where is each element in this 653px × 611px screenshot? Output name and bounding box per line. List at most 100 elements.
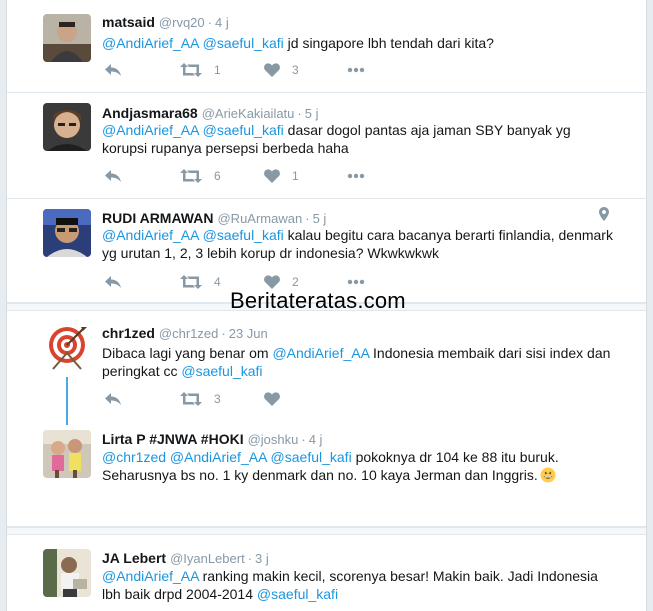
- retweet-icon: [180, 392, 202, 406]
- tweet-timestamp[interactable]: 4 j: [309, 432, 323, 447]
- avatar[interactable]: [43, 103, 91, 151]
- tweet-timeline: matsaid @rvq20 · 4 j @AndiArief_AA @saeful_…: [6, 0, 647, 611]
- retweet-count: 3: [214, 392, 221, 406]
- tweet-header: JA Lebert @IyanLebert · 3 j: [102, 549, 269, 568]
- tweet-text: @AndiArief_AA @saeful_kafi kalau begitu …: [102, 226, 617, 262]
- avatar[interactable]: [43, 323, 91, 371]
- mention-link[interactable]: @chr1zed: [102, 449, 166, 465]
- tweet-actions: 1 3: [102, 61, 402, 79]
- reply-icon: [104, 169, 122, 183]
- separator-dot: ·: [221, 326, 226, 341]
- user-handle[interactable]: @rvq20: [159, 15, 205, 30]
- separator-dot: ·: [301, 432, 306, 447]
- retweet-button[interactable]: 4: [180, 273, 221, 291]
- more-dots-icon: [347, 173, 365, 179]
- user-handle[interactable]: @joshku: [248, 432, 299, 447]
- tweet-item[interactable]: chr1zed @chr1zed · 23 Jun Dibaca lagi yang …: [7, 312, 646, 420]
- user-handle[interactable]: @ArieKakiailatu: [202, 106, 295, 121]
- display-name[interactable]: RUDI ARMAWAN: [102, 210, 213, 226]
- reply-button[interactable]: [104, 167, 122, 185]
- user-handle[interactable]: @IyanLebert: [170, 551, 245, 566]
- conversation-separator: [7, 527, 646, 535]
- location-pin-icon[interactable]: [599, 207, 609, 226]
- like-button[interactable]: 3: [264, 61, 299, 79]
- avatar[interactable]: [43, 14, 91, 62]
- tweet-text: @AndiArief_AA ranking makin kecil, score…: [102, 567, 617, 603]
- like-count: 2: [292, 275, 299, 289]
- avatar[interactable]: [43, 430, 91, 478]
- retweet-icon: [180, 169, 202, 183]
- retweet-count: 4: [214, 275, 221, 289]
- tweet-text-body: jd singapore lbh tendah dari kita?: [283, 35, 494, 51]
- reply-button[interactable]: [104, 390, 122, 408]
- tweet-timestamp[interactable]: 4 j: [215, 15, 229, 30]
- tweet-header: matsaid @rvq20 · 4 j: [102, 13, 229, 32]
- display-name[interactable]: chr1zed: [102, 325, 155, 341]
- like-button[interactable]: 1: [264, 167, 299, 185]
- display-name[interactable]: Lirta P #JNWA #HOKI: [102, 431, 244, 447]
- mention-link[interactable]: @AndiArief_AA: [102, 35, 199, 51]
- mention-link[interactable]: @AndiArief_AA: [102, 227, 199, 243]
- reply-icon: [104, 63, 122, 77]
- separator-dot: ·: [297, 106, 302, 121]
- avatar[interactable]: [43, 549, 91, 597]
- tweet-timestamp[interactable]: 5 j: [313, 211, 327, 226]
- mention-link[interactable]: @saeful_kafi: [203, 35, 284, 51]
- tweet-timestamp[interactable]: 3 j: [255, 551, 269, 566]
- mention-link[interactable]: @AndiArief_AA: [102, 568, 199, 584]
- display-name[interactable]: Andjasmara68: [102, 105, 198, 121]
- tweet-item[interactable]: JA Lebert @IyanLebert · 3 j @AndiArief_AA r…: [7, 536, 646, 611]
- mention-link[interactable]: @saeful_kafi: [203, 227, 284, 243]
- like-button[interactable]: [264, 390, 280, 408]
- more-button[interactable]: [347, 167, 365, 185]
- tweet-header: Lirta P #JNWA #HOKI @joshku · 4 j: [102, 430, 322, 449]
- tweet-item[interactable]: Lirta P #JNWA #HOKI @joshku · 4 j @chr1zed …: [7, 420, 646, 527]
- retweet-button[interactable]: 6: [180, 167, 221, 185]
- like-count: 1: [292, 169, 299, 183]
- more-dots-icon: [347, 67, 365, 73]
- mention-link[interactable]: @saeful_kafi: [257, 586, 338, 602]
- tweet-text: Dibaca lagi yang benar om @AndiArief_AA …: [102, 344, 617, 380]
- tweet-actions: 3: [102, 390, 402, 408]
- avatar[interactable]: [43, 209, 91, 257]
- mention-link[interactable]: @AndiArief_AA: [170, 449, 267, 465]
- tweet-header: chr1zed @chr1zed · 23 Jun: [102, 324, 268, 343]
- mention-link[interactable]: @saeful_kafi: [203, 122, 284, 138]
- separator-dot: ·: [207, 15, 212, 30]
- grinning-emoji-icon: [540, 467, 556, 483]
- reply-icon: [104, 392, 122, 406]
- more-button[interactable]: [347, 61, 365, 79]
- tweet-text-body: Dibaca lagi yang benar om: [102, 345, 273, 361]
- tweet-text: @AndiArief_AA @saeful_kafi jd singapore …: [102, 34, 617, 52]
- display-name[interactable]: matsaid: [102, 14, 155, 30]
- mention-link[interactable]: @saeful_kafi: [271, 449, 352, 465]
- mention-link[interactable]: @AndiArief_AA: [102, 122, 199, 138]
- heart-icon: [264, 169, 280, 183]
- tweet-item[interactable]: Andjasmara68 @ArieKakiailatu · 5 j @AndiAri…: [7, 93, 646, 199]
- heart-icon: [264, 275, 280, 289]
- heart-icon: [264, 63, 280, 77]
- like-count: 3: [292, 63, 299, 77]
- user-handle[interactable]: @chr1zed: [159, 326, 218, 341]
- separator-dot: ·: [305, 211, 310, 226]
- retweet-count: 1: [214, 63, 221, 77]
- tweet-text: @chr1zed @AndiArief_AA @saeful_kafi poko…: [102, 448, 617, 484]
- tweet-item[interactable]: matsaid @rvq20 · 4 j @AndiArief_AA @saeful_…: [7, 0, 646, 93]
- retweet-count: 6: [214, 169, 221, 183]
- more-dots-icon: [347, 279, 365, 285]
- retweet-icon: [180, 275, 202, 289]
- mention-link[interactable]: @AndiArief_AA: [272, 345, 369, 361]
- watermark-text: Beritateratas.com: [230, 288, 406, 313]
- mention-link[interactable]: @saeful_kafi: [181, 363, 262, 379]
- reply-button[interactable]: [104, 61, 122, 79]
- retweet-button[interactable]: 1: [180, 61, 221, 79]
- separator-dot: ·: [247, 551, 253, 566]
- user-handle[interactable]: @RuArmawan: [217, 211, 302, 226]
- tweet-text: @AndiArief_AA @saeful_kafi dasar dogol p…: [102, 121, 617, 157]
- tweet-timestamp[interactable]: 23 Jun: [229, 326, 268, 341]
- display-name[interactable]: JA Lebert: [102, 550, 166, 566]
- tweet-timestamp[interactable]: 5 j: [305, 106, 319, 121]
- retweet-button[interactable]: 3: [180, 390, 221, 408]
- retweet-icon: [180, 63, 202, 77]
- reply-button[interactable]: [104, 273, 122, 291]
